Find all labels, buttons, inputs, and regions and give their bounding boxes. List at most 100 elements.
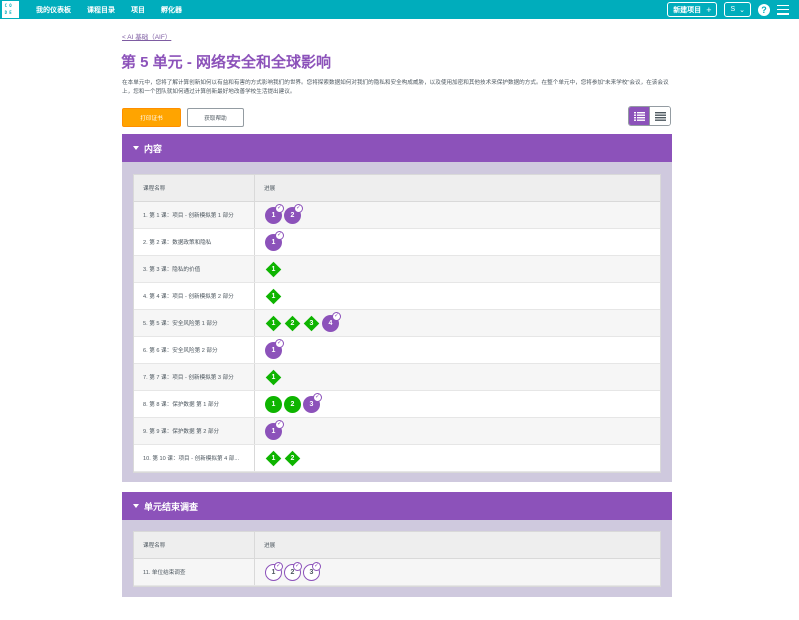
- nav-incubator[interactable]: 孵化器: [161, 5, 182, 15]
- logo-letter: C: [4, 3, 8, 8]
- checkmark-icon: ✓: [293, 561, 302, 571]
- logo-letter: E: [9, 10, 12, 15]
- level-number: 1: [271, 319, 276, 327]
- column-header-lesson: 课程名称: [134, 532, 255, 558]
- table-row: 3. 第 3 课：隐私的价值 1: [134, 256, 660, 283]
- detail-view-icon[interactable]: [629, 107, 650, 125]
- breadcrumb-link[interactable]: < AI 基础（AIF）: [122, 31, 171, 41]
- table-row: 4. 第 4 课：项目 - 创新模拟第 2 部分 1: [134, 283, 660, 310]
- level-bubble[interactable]: 1 ✓: [265, 203, 284, 224]
- assessment-level-bubble[interactable]: 1: [265, 450, 282, 467]
- table-row: 2. 第 2 课：数据政策和隐私 1 ✓: [134, 229, 660, 256]
- logo-letter: [13, 10, 17, 16]
- level-number: 1: [271, 292, 276, 300]
- caret-down-icon: [133, 146, 139, 150]
- lesson-name-link[interactable]: 9. 第 9 课：保护数据 第 2 部分: [134, 418, 255, 444]
- chevron-down-icon: ⌄: [739, 6, 745, 14]
- progress-cell: 1 ✓: [255, 418, 660, 444]
- level-bubble[interactable]: 1: [265, 395, 282, 413]
- table-header: 课程名称 进展: [134, 175, 660, 202]
- checkmark-icon: ✓: [312, 561, 321, 571]
- progress-cell: 1: [255, 256, 660, 282]
- assessment-level-bubble[interactable]: 1: [265, 369, 282, 386]
- checkmark-icon: ✓: [294, 203, 303, 213]
- progress-cell: 1 ✓ 2 ✓: [255, 202, 660, 228]
- level-bubble[interactable]: 1 ✓: [265, 561, 283, 581]
- level-number: 2: [290, 400, 295, 408]
- table-body: 1. 第 1 课：项目 - 创新模拟第 1 部分 1 ✓ 2 ✓ 2. 第 2 课：数据政…: [134, 202, 660, 472]
- section-survey: 单元结束调查 课程名称 进展 11. 单位结束调查 1 ✓ 2 ✓ 3 ✓: [122, 492, 672, 597]
- level-bubble[interactable]: 2 ✓: [284, 561, 302, 581]
- table-body: 11. 单位结束调查 1 ✓ 2 ✓ 3 ✓: [134, 559, 660, 586]
- level-bubble[interactable]: 1 ✓: [265, 338, 284, 359]
- level-number: 1: [271, 373, 276, 381]
- nav-course-catalog[interactable]: 课程目录: [87, 5, 115, 15]
- new-project-button[interactable]: 新建项目 +: [667, 2, 718, 17]
- lesson-name-link[interactable]: 2. 第 2 课：数据政策和隐私: [134, 229, 255, 255]
- assessment-level-bubble[interactable]: 3: [303, 315, 320, 332]
- section-title: 内容: [144, 143, 163, 154]
- logo-letter: D: [4, 10, 8, 15]
- level-bubble[interactable]: 1 ✓: [265, 419, 284, 440]
- logo-letter: [13, 3, 17, 9]
- assessment-level-bubble[interactable]: 2: [284, 450, 301, 467]
- lesson-name-link[interactable]: 10. 第 10 课：项目 - 创新模拟第 4 部...: [134, 445, 255, 471]
- header-actions: 新建项目 + S ⌄ ?: [667, 0, 799, 19]
- nav-dashboard[interactable]: 我的仪表板: [36, 5, 71, 15]
- assessment-level-bubble[interactable]: 2: [284, 315, 301, 332]
- table-row: 6. 第 6 课：安全风险第 2 部分 1 ✓: [134, 337, 660, 364]
- lesson-name-link[interactable]: 6. 第 6 课：安全风险第 2 部分: [134, 337, 255, 363]
- progress-cell: 1 ✓ 2 ✓ 3 ✓: [255, 559, 660, 585]
- assessment-level-bubble[interactable]: 1: [265, 315, 282, 332]
- checkmark-icon: ✓: [275, 419, 284, 429]
- table-row: 7. 第 7 课：项目 - 创新模拟第 3 部分 1: [134, 364, 660, 391]
- assessment-level-bubble[interactable]: 1: [265, 288, 282, 305]
- lesson-name-link[interactable]: 4. 第 4 课：项目 - 创新模拟第 2 部分: [134, 283, 255, 309]
- section-content: 内容 课程名称 进展 1. 第 1 课：项目 - 创新模拟第 1 部分 1 ✓ 2 ✓ 2…: [122, 134, 672, 482]
- progress-cell: 1 2 3 ✓: [255, 391, 660, 417]
- level-bubble[interactable]: 1 ✓: [265, 230, 284, 251]
- progress-cell: 1 2 3 4 ✓: [255, 310, 660, 336]
- top-bar: CODE 我的仪表板 课程目录 项目 孵化器 新建项目 + S ⌄ ?: [0, 0, 799, 19]
- survey-table: 课程名称 进展 11. 单位结束调查 1 ✓ 2 ✓ 3 ✓: [133, 531, 661, 587]
- section-header-content[interactable]: 内容: [122, 134, 672, 162]
- lesson-name-link[interactable]: 11. 单位结束调查: [134, 559, 255, 585]
- progress-cell: 1 ✓: [255, 229, 660, 255]
- table-header: 课程名称 进展: [134, 532, 660, 559]
- table-row: 8. 第 8 课：保护数据 第 1 部分 1 2 3 ✓: [134, 391, 660, 418]
- unit-description: 在本单元中，您将了解计算创新如何以有益和有害的方式影响我们的世界。您将探索数据如…: [122, 80, 669, 95]
- caret-down-icon: [133, 504, 139, 508]
- progress-cell: 1: [255, 283, 660, 309]
- column-header-progress: 进展: [264, 186, 276, 192]
- get-help-button[interactable]: 获取帮助: [187, 108, 244, 127]
- section-header-survey[interactable]: 单元结束调查: [122, 492, 672, 520]
- lesson-name-link[interactable]: 8. 第 8 课：保护数据 第 1 部分: [134, 391, 255, 417]
- checkmark-icon: ✓: [313, 392, 322, 402]
- level-bubble[interactable]: 4 ✓: [322, 311, 341, 332]
- user-menu-button[interactable]: S ⌄: [724, 2, 751, 17]
- table-row: 10. 第 10 课：项目 - 创新模拟第 4 部... 1 2: [134, 445, 660, 472]
- lessons-table: 课程名称 进展 1. 第 1 课：项目 - 创新模拟第 1 部分 1 ✓ 2 ✓ 2. 第…: [133, 174, 661, 473]
- code-logo[interactable]: CODE: [2, 1, 19, 18]
- level-number: 2: [290, 454, 295, 462]
- lesson-name-link[interactable]: 5. 第 5 课：安全风险第 1 部分: [134, 310, 255, 336]
- nav-projects[interactable]: 项目: [131, 5, 145, 15]
- hamburger-menu-icon[interactable]: [777, 4, 789, 15]
- checkmark-icon: ✓: [274, 561, 283, 571]
- lesson-name-link[interactable]: 1. 第 1 课：项目 - 创新模拟第 1 部分: [134, 202, 255, 228]
- summary-view-icon[interactable]: [649, 107, 670, 125]
- level-bubble[interactable]: 2 ✓: [284, 203, 303, 224]
- level-bubble[interactable]: 3 ✓: [303, 561, 321, 581]
- print-certificate-button[interactable]: 打印证书: [122, 108, 181, 127]
- level-number: 2: [290, 319, 295, 327]
- assessment-level-bubble[interactable]: 1: [265, 261, 282, 278]
- checkmark-icon: ✓: [275, 230, 284, 240]
- level-bubble[interactable]: 2: [284, 395, 301, 413]
- help-icon[interactable]: ?: [758, 3, 770, 16]
- level-bubble[interactable]: 3 ✓: [303, 392, 322, 413]
- lesson-name-link[interactable]: 7. 第 7 课：项目 - 创新模拟第 3 部分: [134, 364, 255, 390]
- main-nav: 我的仪表板 课程目录 项目 孵化器: [36, 5, 198, 15]
- checkmark-icon: ✓: [332, 311, 341, 321]
- lesson-name-link[interactable]: 3. 第 3 课：隐私的价值: [134, 256, 255, 282]
- progress-cell: 12: [255, 445, 660, 471]
